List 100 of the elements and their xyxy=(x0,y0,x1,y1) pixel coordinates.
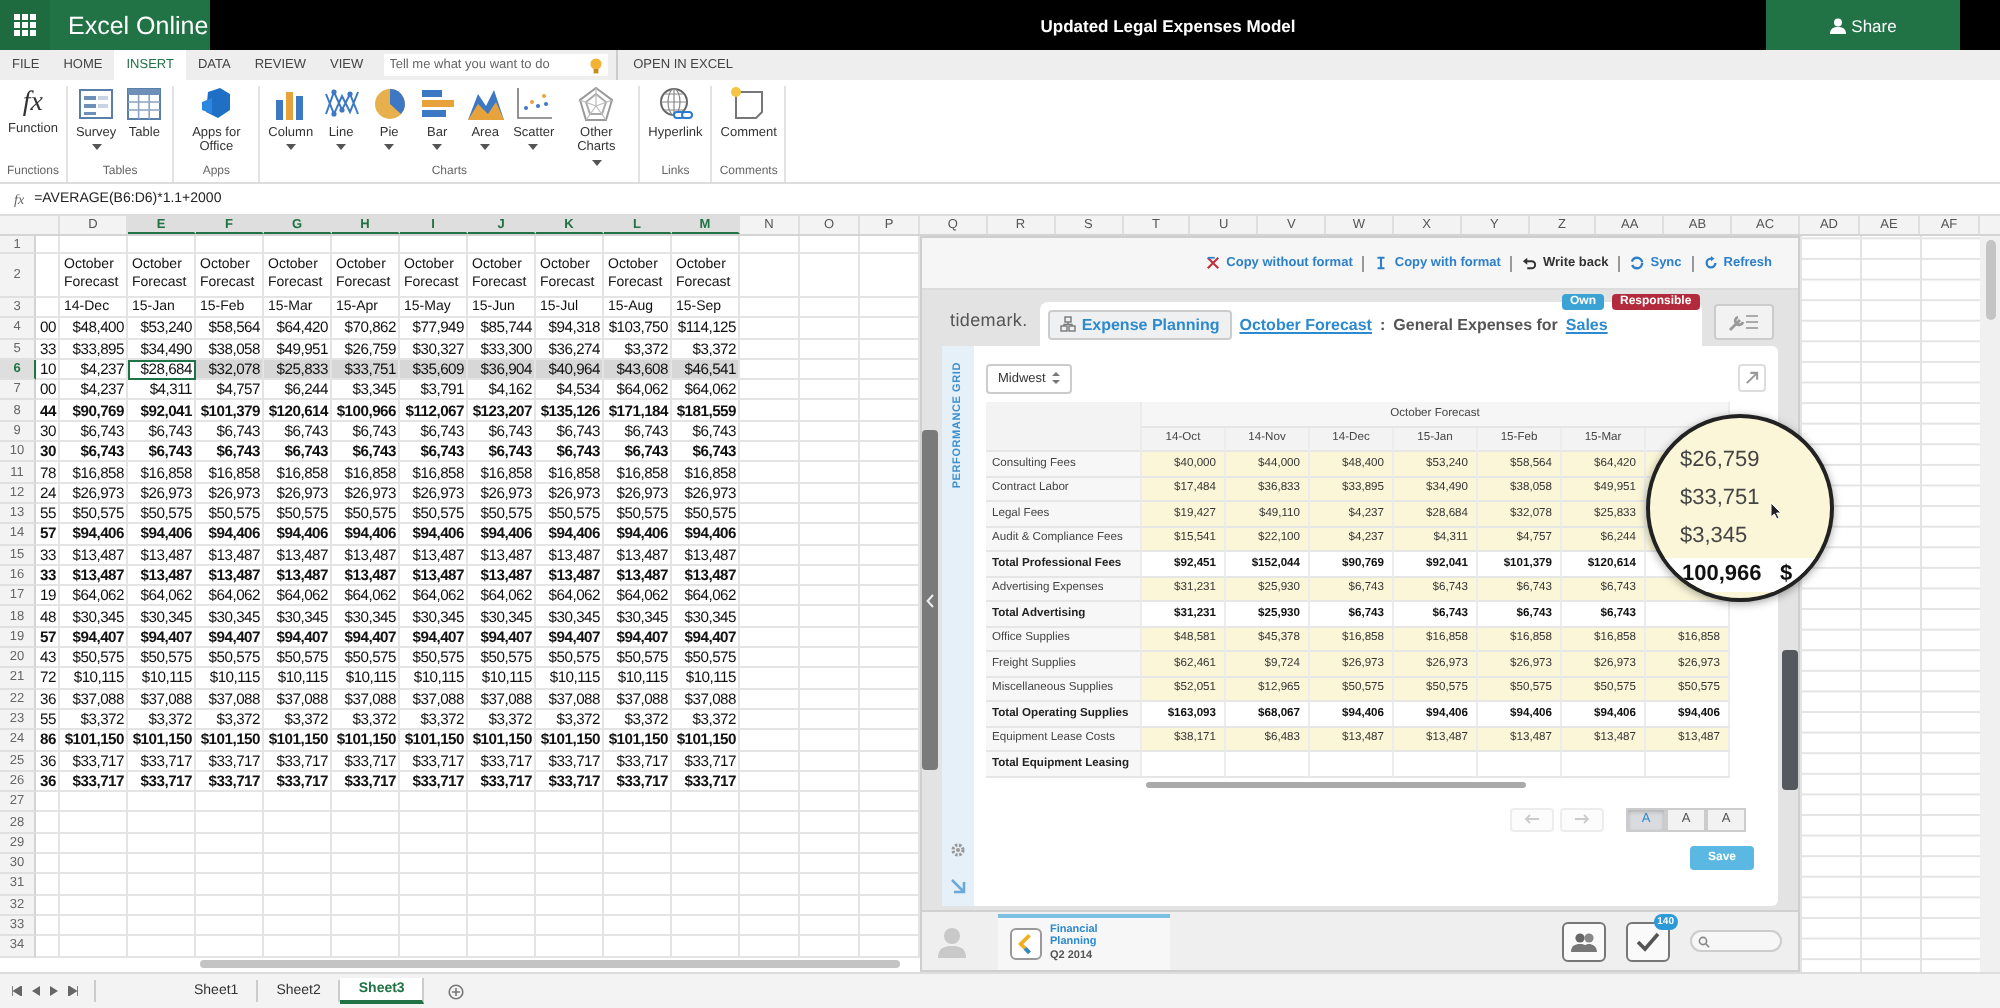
empty-cell xyxy=(128,236,196,254)
empty-cell xyxy=(604,236,672,254)
empty-cell xyxy=(128,874,196,896)
breadcrumb-link[interactable]: Sales xyxy=(1565,315,1608,333)
empty-cell xyxy=(468,792,536,813)
empty-cell xyxy=(800,915,860,937)
empty-cell xyxy=(536,854,604,875)
app-launcher-icon[interactable] xyxy=(0,0,50,50)
gear-icon[interactable] xyxy=(950,842,966,858)
empty-cell xyxy=(196,854,264,875)
empty-cell xyxy=(604,915,672,937)
add-sheet-icon[interactable] xyxy=(448,983,465,999)
empty-cell xyxy=(604,854,672,875)
empty-cell xyxy=(332,915,400,937)
empty-cell xyxy=(604,936,672,957)
collapse-handle[interactable] xyxy=(922,430,938,770)
empty-cell xyxy=(128,915,196,937)
empty-cell xyxy=(400,812,468,834)
empty-cell xyxy=(400,833,468,855)
empty-cell xyxy=(740,936,800,957)
empty-cell xyxy=(196,812,264,834)
empty-cell xyxy=(672,792,740,813)
previous-icon[interactable] xyxy=(32,986,40,996)
empty-cell xyxy=(800,854,860,875)
cursor-icon xyxy=(1770,502,1782,520)
magnified-value: $ xyxy=(1780,562,1793,586)
empty-cell xyxy=(128,936,196,957)
empty-cell xyxy=(60,792,128,813)
person-icon xyxy=(1829,17,1846,33)
empty-cell xyxy=(264,812,332,834)
empty-cell xyxy=(536,895,604,916)
search-icon xyxy=(1698,935,1710,947)
empty-cell xyxy=(604,792,672,813)
pie-chart-icon xyxy=(369,86,410,122)
empty-cell xyxy=(536,236,604,254)
expand-icon[interactable] xyxy=(1738,364,1766,392)
people-button[interactable] xyxy=(1562,921,1606,961)
area-chart-icon xyxy=(465,86,506,122)
empty-cell xyxy=(468,915,536,937)
breadcrumb-link[interactable]: October Forecast xyxy=(1239,315,1372,333)
caret-icon xyxy=(432,144,443,151)
empty-cell xyxy=(264,833,332,855)
empty-cell xyxy=(264,236,332,254)
empty-cell xyxy=(332,792,400,813)
arrow-icon[interactable] xyxy=(950,878,966,894)
empty-cell xyxy=(604,812,672,834)
format-icon xyxy=(1374,256,1389,270)
empty-cell xyxy=(740,915,800,937)
collapse-handle[interactable] xyxy=(1782,650,1798,790)
empty-cell xyxy=(332,812,400,834)
settings-button[interactable] xyxy=(1714,304,1774,340)
app-name: Excel Online xyxy=(66,11,209,39)
empty-cell xyxy=(672,812,740,834)
logo: tidemark. xyxy=(948,310,1030,334)
empty-cell xyxy=(264,936,332,957)
empty-cell xyxy=(332,236,400,254)
redo-icon xyxy=(1574,814,1590,824)
function-symbol: fx xyxy=(22,86,44,122)
empty-cell xyxy=(60,895,128,916)
share-button[interactable]: Share xyxy=(1766,0,1960,50)
next-icon[interactable] xyxy=(50,986,58,996)
empty-cell xyxy=(332,854,400,875)
clear-format-icon xyxy=(1206,256,1221,270)
empty-cell xyxy=(672,915,740,937)
empty-cell xyxy=(468,854,536,875)
empty-cell xyxy=(128,854,196,875)
empty-cell xyxy=(800,874,860,896)
search-field[interactable] xyxy=(1690,930,1782,952)
empty-cell xyxy=(60,854,128,875)
empty-cell xyxy=(60,915,128,937)
first-icon[interactable] xyxy=(12,986,22,996)
chevron-logo-icon xyxy=(1010,927,1042,959)
empty-cell xyxy=(536,936,604,957)
scrollbar[interactable] xyxy=(1146,782,1526,788)
empty-cell xyxy=(60,936,128,957)
empty-cell xyxy=(196,915,264,937)
empty-cell xyxy=(196,792,264,813)
caret-icon xyxy=(285,144,296,151)
empty-cell xyxy=(332,874,400,896)
caret-icon xyxy=(336,144,347,151)
empty-cell xyxy=(800,833,860,855)
scrollbar[interactable] xyxy=(1980,236,2000,972)
sort-icon xyxy=(1051,372,1060,384)
scatter-chart-icon xyxy=(513,86,554,122)
chevron-left-icon xyxy=(926,593,934,607)
caret-icon xyxy=(591,159,602,166)
empty-cell xyxy=(60,833,128,855)
scrollbar[interactable] xyxy=(200,960,900,969)
last-icon[interactable] xyxy=(68,986,78,996)
empty-cell xyxy=(468,236,536,254)
empty-cell xyxy=(264,854,332,875)
avatar-icon xyxy=(938,925,966,957)
empty-cell xyxy=(264,915,332,937)
line-chart-icon xyxy=(321,86,362,122)
bar-chart-icon xyxy=(417,86,458,122)
table-icon xyxy=(124,86,165,122)
empty-cell xyxy=(196,895,264,916)
people-icon xyxy=(1570,931,1598,951)
caret-icon xyxy=(480,144,491,151)
empty-cell xyxy=(604,833,672,855)
